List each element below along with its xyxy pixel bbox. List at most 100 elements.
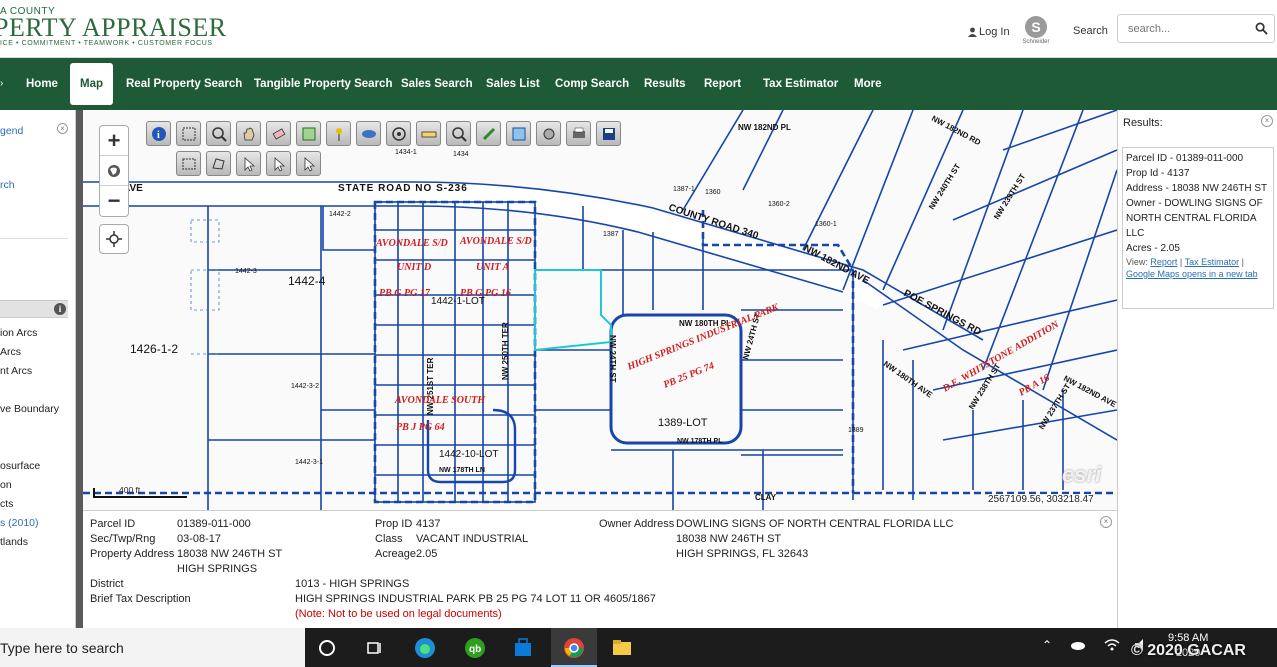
nav-sales-search[interactable]: Sales Search: [401, 58, 473, 110]
layer-item[interactable]: ve Boundary: [0, 403, 59, 415]
nav-real-property-search[interactable]: Real Property Search: [126, 58, 242, 110]
owner-address-label: Owner Address: [599, 518, 675, 530]
zoom-in-icon[interactable]: [206, 121, 231, 146]
ruler-icon[interactable]: [416, 121, 441, 146]
class-value: VACANT INDUSTRIAL: [416, 533, 529, 545]
info-icon[interactable]: i: [54, 303, 66, 315]
main-nav: › Home Map Real Property Search Tangible…: [0, 58, 1277, 110]
parcel-map[interactable]: STATE ROAD NO S-236 COUNTY ROAD 340 NW 1…: [83, 110, 1117, 510]
nav-sales-list[interactable]: Sales List: [486, 58, 540, 110]
taskbar-search[interactable]: Type here to search: [0, 628, 305, 667]
nav-more[interactable]: More: [854, 58, 881, 110]
parcel-label: 1442-2: [329, 211, 351, 218]
panel-divider: [0, 238, 68, 239]
file-explorer-icon[interactable]: [609, 635, 635, 661]
cortana-icon[interactable]: [314, 635, 340, 661]
locate-button[interactable]: [99, 224, 129, 254]
zoom-in-button[interactable]: +: [100, 126, 128, 156]
search-icon[interactable]: [1255, 22, 1268, 35]
select-rectangle-icon[interactable]: [176, 151, 201, 176]
buffer-icon[interactable]: [386, 121, 411, 146]
tax-estimator-link[interactable]: Tax Estimator: [1185, 257, 1240, 267]
pushpin-icon[interactable]: [326, 121, 351, 146]
layer-item[interactable]: nt Arcs: [0, 365, 32, 377]
save-icon[interactable]: [596, 121, 621, 146]
layer-item[interactable]: osurface: [0, 460, 40, 472]
parcel-label: 1442-4: [288, 274, 326, 288]
schneider-logo[interactable]: S Schneider: [1016, 16, 1056, 46]
subdivision-label: AVONDALE SOUTH: [394, 395, 486, 406]
print-icon[interactable]: [566, 121, 591, 146]
parcel-label: 1442-3-1: [295, 459, 323, 466]
info-close-icon[interactable]: ×: [1100, 516, 1112, 528]
layers-icon[interactable]: [536, 121, 561, 146]
search-link[interactable]: rch: [0, 179, 15, 191]
result-card[interactable]: Parcel ID - 01389-011-000 Prop Id - 4137…: [1122, 147, 1274, 309]
eraser-icon[interactable]: [266, 121, 291, 146]
search-box[interactable]: [1117, 14, 1275, 43]
pointer-icon[interactable]: [236, 151, 261, 176]
subdivision-label: HIGH SPRINGS INDUSTRIAL PARK: [625, 301, 781, 373]
nav-comp-search[interactable]: Comp Search: [555, 58, 629, 110]
full-extent-icon[interactable]: [506, 121, 531, 146]
pointer-plus-icon[interactable]: [266, 151, 291, 176]
panel-splitter[interactable]: [76, 110, 83, 628]
login-label: Log In: [979, 26, 1010, 38]
layer-item[interactable]: s (2010): [0, 517, 39, 529]
nav-left-arrow-icon[interactable]: ›: [0, 78, 3, 89]
nav-tangible-property-search[interactable]: Tangible Property Search: [254, 58, 392, 110]
nav-results[interactable]: Results: [644, 58, 686, 110]
site-header: A COUNTY PERTY APPRAISER ICE • COMMITMEN…: [0, 0, 1277, 58]
brand-title[interactable]: PERTY APPRAISER: [0, 13, 227, 43]
identify-info-icon[interactable]: i: [146, 121, 171, 146]
parcel-label: 1442-3: [235, 268, 257, 275]
tray-chevron-icon[interactable]: ⌃: [1042, 638, 1052, 652]
wifi-icon[interactable]: [1104, 638, 1120, 655]
layer-item[interactable]: tlands: [0, 536, 28, 548]
layer-item[interactable]: cts: [0, 498, 13, 510]
layer-item[interactable]: Arcs: [0, 346, 21, 358]
results-close-icon[interactable]: ×: [1261, 115, 1273, 127]
measure-icon[interactable]: [356, 121, 381, 146]
login-link[interactable]: Log In: [968, 26, 1010, 38]
parcel-label: 1442-3-2: [291, 383, 319, 390]
onedrive-icon[interactable]: [1070, 638, 1086, 653]
select-parcel-icon[interactable]: [296, 121, 321, 146]
nav-map[interactable]: Map: [70, 63, 113, 105]
subdivision-label: UNIT D: [397, 262, 431, 273]
result-prop-id: Prop Id - 4137: [1126, 168, 1190, 179]
nav-tax-estimator[interactable]: Tax Estimator: [763, 58, 838, 110]
chrome-icon[interactable]: [561, 635, 587, 661]
street-label: NW 178TH PL: [677, 438, 723, 445]
pan-hand-icon[interactable]: [236, 121, 261, 146]
esri-logo: esri: [1062, 462, 1102, 487]
select-polygon-icon[interactable]: [206, 151, 231, 176]
district-label: District: [90, 578, 124, 590]
quickbooks-icon[interactable]: qb: [462, 635, 488, 661]
google-maps-link[interactable]: Google Maps opens in a new tab: [1126, 269, 1258, 279]
layer-item[interactable]: ion Arcs: [0, 327, 37, 339]
draw-pencil-icon[interactable]: [476, 121, 501, 146]
task-view-icon[interactable]: [362, 635, 388, 661]
store-icon[interactable]: [510, 635, 536, 661]
search-input[interactable]: [1118, 15, 1243, 42]
edge-browser-icon[interactable]: [412, 635, 438, 661]
legend-close-icon[interactable]: ×: [57, 123, 68, 134]
report-link[interactable]: Report: [1150, 257, 1177, 267]
globe-home-button[interactable]: [100, 156, 128, 186]
legend-link[interactable]: gend: [0, 125, 23, 137]
parcel-label: 1434-1: [395, 149, 417, 156]
parcel-label: 1360-2: [768, 201, 790, 208]
nav-report[interactable]: Report: [704, 58, 741, 110]
property-address-line1: 18038 NW 246TH ST: [177, 548, 283, 560]
select-box-icon[interactable]: [176, 121, 201, 146]
zoom-out-button[interactable]: −: [100, 186, 128, 216]
zoom-out-icon[interactable]: [446, 121, 471, 146]
result-owner: Owner - DOWLING SIGNS OF NORTH CENTRAL F…: [1126, 198, 1263, 239]
arrow-select-icon[interactable]: [296, 151, 321, 176]
parcel-label: 1426-1-2: [130, 342, 178, 356]
zoom-control: + −: [99, 125, 129, 217]
results-title: Results:: [1123, 117, 1163, 129]
nav-home[interactable]: Home: [26, 58, 58, 110]
layer-item[interactable]: on: [0, 479, 12, 491]
